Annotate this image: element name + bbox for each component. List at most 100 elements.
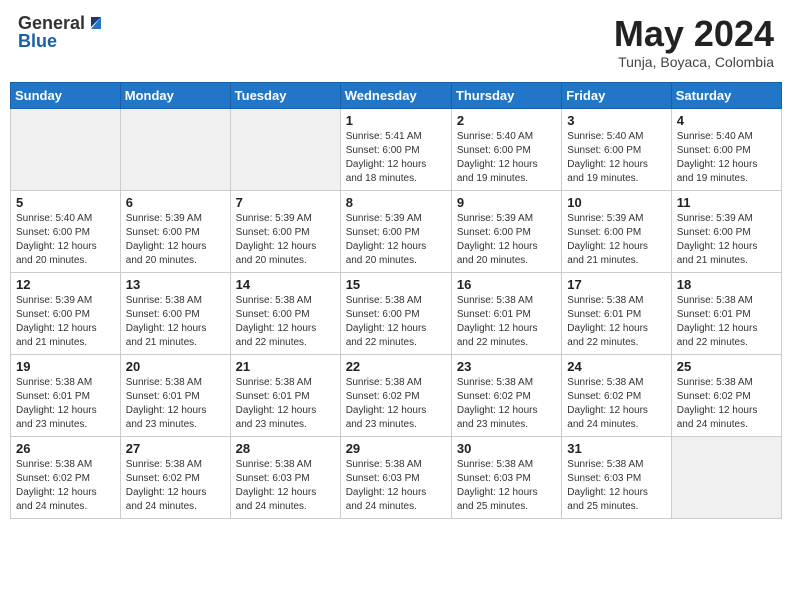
day-info: Sunrise: 5:40 AM Sunset: 6:00 PM Dayligh… [677, 130, 776, 186]
calendar-header-row: SundayMondayTuesdayWednesdayThursdayFrid… [11, 82, 782, 108]
day-info: Sunrise: 5:40 AM Sunset: 6:00 PM Dayligh… [16, 212, 115, 268]
page-header: General Blue May 2024 Tunja, Boyaca, Col… [10, 10, 782, 74]
day-number: 12 [16, 277, 115, 292]
month-title: May 2024 [614, 14, 774, 54]
calendar-cell: 2 Sunrise: 5:40 AM Sunset: 6:00 PM Daylig… [451, 108, 561, 190]
day-number: 22 [346, 359, 446, 374]
day-number: 17 [567, 277, 665, 292]
day-number: 21 [236, 359, 335, 374]
calendar-cell: 31 Sunrise: 5:38 AM Sunset: 6:03 PM Dayli… [562, 436, 671, 518]
day-number: 19 [16, 359, 115, 374]
day-info: Sunrise: 5:40 AM Sunset: 6:00 PM Dayligh… [457, 130, 556, 186]
day-number: 26 [16, 441, 115, 456]
day-info: Sunrise: 5:38 AM Sunset: 6:01 PM Dayligh… [677, 294, 776, 350]
weekday-header-monday: Monday [120, 82, 230, 108]
calendar-week-row: 26Sunrise: 5:38 AM Sunset: 6:02 PM Dayli… [11, 436, 782, 518]
calendar-cell: 25Sunrise: 5:38 AM Sunset: 6:02 PM Dayli… [671, 354, 781, 436]
logo-blue: Blue [18, 32, 57, 50]
title-area: May 2024 Tunja, Boyaca, Colombia [614, 14, 774, 70]
day-number: 2 [457, 113, 556, 128]
day-info: Sunrise: 5:38 AM Sunset: 6:00 PM Dayligh… [126, 294, 225, 350]
day-info: Sunrise: 5:38 AM Sunset: 6:01 PM Dayligh… [567, 294, 665, 350]
location: Tunja, Boyaca, Colombia [614, 54, 774, 70]
day-number: 10 [567, 195, 665, 210]
calendar-table: SundayMondayTuesdayWednesdayThursdayFrid… [10, 82, 782, 519]
day-number: 4 [677, 113, 776, 128]
calendar-cell: 27Sunrise: 5:38 AM Sunset: 6:02 PM Dayli… [120, 436, 230, 518]
calendar-cell: 21 Sunrise: 5:38 AM Sunset: 6:01 PM Dayli… [230, 354, 340, 436]
day-number: 6 [126, 195, 225, 210]
day-number: 15 [346, 277, 446, 292]
calendar-cell: 8Sunrise: 5:39 AM Sunset: 6:00 PM Daylig… [340, 190, 451, 272]
day-number: 14 [236, 277, 335, 292]
day-info: Sunrise: 5:38 AM Sunset: 6:01 PM Dayligh… [126, 376, 225, 432]
day-number: 29 [346, 441, 446, 456]
day-info: Sunrise: 5:38 AM Sunset: 6:03 PM Dayligh… [567, 458, 665, 514]
calendar-cell: 3Sunrise: 5:40 AM Sunset: 6:00 PM Daylig… [562, 108, 671, 190]
calendar-cell: 20Sunrise: 5:38 AM Sunset: 6:01 PM Dayli… [120, 354, 230, 436]
calendar-cell: 10 Sunrise: 5:39 AM Sunset: 6:00 PM Dayli… [562, 190, 671, 272]
day-number: 23 [457, 359, 556, 374]
day-info: Sunrise: 5:38 AM Sunset: 6:01 PM Dayligh… [236, 376, 335, 432]
weekday-header-saturday: Saturday [671, 82, 781, 108]
calendar-cell: 6 Sunrise: 5:39 AM Sunset: 6:00 PM Daylig… [120, 190, 230, 272]
calendar-cell: 5 Sunrise: 5:40 AM Sunset: 6:00 PM Daylig… [11, 190, 121, 272]
calendar-cell [120, 108, 230, 190]
calendar-cell: 12Sunrise: 5:39 AM Sunset: 6:00 PM Dayli… [11, 272, 121, 354]
logo-triangle-icon [87, 13, 105, 31]
day-info: Sunrise: 5:38 AM Sunset: 6:01 PM Dayligh… [16, 376, 115, 432]
day-info: Sunrise: 5:39 AM Sunset: 6:00 PM Dayligh… [126, 212, 225, 268]
calendar-cell: 4 Sunrise: 5:40 AM Sunset: 6:00 PM Daylig… [671, 108, 781, 190]
day-number: 1 [346, 113, 446, 128]
day-info: Sunrise: 5:38 AM Sunset: 6:02 PM Dayligh… [346, 376, 446, 432]
calendar-cell [11, 108, 121, 190]
calendar-cell: 7Sunrise: 5:39 AM Sunset: 6:00 PM Daylig… [230, 190, 340, 272]
day-number: 25 [677, 359, 776, 374]
day-number: 28 [236, 441, 335, 456]
day-info: Sunrise: 5:41 AM Sunset: 6:00 PM Dayligh… [346, 130, 446, 186]
weekday-header-thursday: Thursday [451, 82, 561, 108]
day-info: Sunrise: 5:38 AM Sunset: 6:02 PM Dayligh… [457, 376, 556, 432]
day-info: Sunrise: 5:38 AM Sunset: 6:03 PM Dayligh… [346, 458, 446, 514]
day-info: Sunrise: 5:38 AM Sunset: 6:03 PM Dayligh… [457, 458, 556, 514]
calendar-cell [230, 108, 340, 190]
weekday-header-tuesday: Tuesday [230, 82, 340, 108]
calendar-body: 1 Sunrise: 5:41 AM Sunset: 6:00 PM Daylig… [11, 108, 782, 518]
calendar-cell: 16Sunrise: 5:38 AM Sunset: 6:01 PM Dayli… [451, 272, 561, 354]
calendar-cell: 11Sunrise: 5:39 AM Sunset: 6:00 PM Dayli… [671, 190, 781, 272]
day-number: 27 [126, 441, 225, 456]
day-number: 30 [457, 441, 556, 456]
weekday-header-sunday: Sunday [11, 82, 121, 108]
calendar-cell: 18 Sunrise: 5:38 AM Sunset: 6:01 PM Dayli… [671, 272, 781, 354]
calendar-week-row: 19 Sunrise: 5:38 AM Sunset: 6:01 PM Dayli… [11, 354, 782, 436]
calendar-cell: 15Sunrise: 5:38 AM Sunset: 6:00 PM Dayli… [340, 272, 451, 354]
calendar-cell: 19 Sunrise: 5:38 AM Sunset: 6:01 PM Dayli… [11, 354, 121, 436]
logo: General Blue [18, 14, 105, 50]
day-info: Sunrise: 5:38 AM Sunset: 6:02 PM Dayligh… [567, 376, 665, 432]
calendar-cell: 23 Sunrise: 5:38 AM Sunset: 6:02 PM Dayli… [451, 354, 561, 436]
day-info: Sunrise: 5:39 AM Sunset: 6:00 PM Dayligh… [567, 212, 665, 268]
day-number: 18 [677, 277, 776, 292]
calendar-cell: 13Sunrise: 5:38 AM Sunset: 6:00 PM Dayli… [120, 272, 230, 354]
calendar-cell: 14 Sunrise: 5:38 AM Sunset: 6:00 PM Dayli… [230, 272, 340, 354]
calendar-week-row: 5 Sunrise: 5:40 AM Sunset: 6:00 PM Daylig… [11, 190, 782, 272]
weekday-header-wednesday: Wednesday [340, 82, 451, 108]
calendar-cell: 24Sunrise: 5:38 AM Sunset: 6:02 PM Dayli… [562, 354, 671, 436]
day-number: 11 [677, 195, 776, 210]
weekday-header-friday: Friday [562, 82, 671, 108]
calendar-cell: 26Sunrise: 5:38 AM Sunset: 6:02 PM Dayli… [11, 436, 121, 518]
day-info: Sunrise: 5:39 AM Sunset: 6:00 PM Dayligh… [457, 212, 556, 268]
calendar-week-row: 1 Sunrise: 5:41 AM Sunset: 6:00 PM Daylig… [11, 108, 782, 190]
calendar-cell: 9Sunrise: 5:39 AM Sunset: 6:00 PM Daylig… [451, 190, 561, 272]
calendar-cell: 17 Sunrise: 5:38 AM Sunset: 6:01 PM Dayli… [562, 272, 671, 354]
calendar-week-row: 12Sunrise: 5:39 AM Sunset: 6:00 PM Dayli… [11, 272, 782, 354]
day-number: 5 [16, 195, 115, 210]
day-info: Sunrise: 5:38 AM Sunset: 6:00 PM Dayligh… [236, 294, 335, 350]
calendar-cell: 22 Sunrise: 5:38 AM Sunset: 6:02 PM Dayli… [340, 354, 451, 436]
calendar-cell [671, 436, 781, 518]
day-info: Sunrise: 5:39 AM Sunset: 6:00 PM Dayligh… [346, 212, 446, 268]
calendar-cell: 29 Sunrise: 5:38 AM Sunset: 6:03 PM Dayli… [340, 436, 451, 518]
day-number: 31 [567, 441, 665, 456]
day-info: Sunrise: 5:40 AM Sunset: 6:00 PM Dayligh… [567, 130, 665, 186]
day-number: 16 [457, 277, 556, 292]
